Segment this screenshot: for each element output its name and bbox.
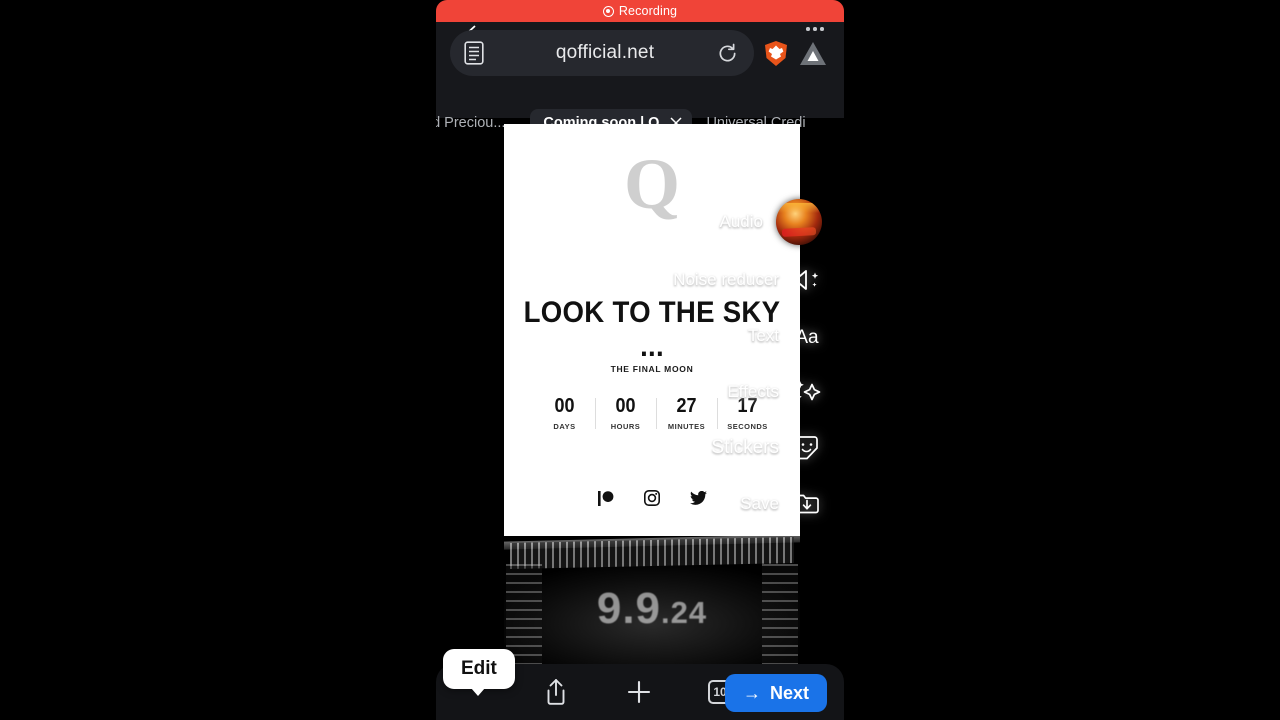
overlay-item-noise-reducer[interactable]: Noise reducer — [673, 265, 822, 295]
instagram-icon[interactable] — [643, 490, 660, 506]
bottom-toolbar: 10 → Next Edit — [436, 649, 844, 720]
overlay-label: Effects — [727, 382, 779, 401]
profile-triangle-icon[interactable] — [798, 40, 828, 67]
sparkles-icon[interactable] — [792, 377, 822, 407]
overlay-label: Audio — [719, 212, 763, 231]
overlay-label: Text — [747, 326, 779, 345]
record-dot-icon — [602, 5, 614, 17]
overlay-item-audio[interactable]: Audio — [720, 199, 822, 245]
overlay-label: Noise reducer — [673, 270, 779, 289]
countdown-unit-hours: 00 HOURS — [595, 396, 656, 431]
tab-label: nd Preciou... — [436, 115, 506, 131]
countdown-label: MINUTES — [667, 422, 706, 431]
text-aa-icon[interactable]: Aa — [792, 321, 822, 351]
countdown-label: SECONDS — [727, 422, 768, 431]
overlay-item-save[interactable]: Save — [740, 489, 822, 519]
countdown-value: 00 — [615, 395, 636, 417]
recording-banner: Recording — [436, 0, 844, 22]
overlay-item-stickers[interactable]: Stickers — [711, 433, 822, 463]
countdown-value: 00 — [554, 395, 575, 417]
overlay-item-text[interactable]: Text Aa — [748, 321, 822, 351]
page-subheadline: THE FINAL MOON — [610, 364, 694, 374]
browser-chrome: qofficial.net nd Preciou... — [436, 22, 844, 137]
url-bar[interactable]: qofficial.net — [450, 30, 754, 76]
overlay-label: Stickers — [711, 437, 779, 458]
patreon-icon[interactable] — [597, 490, 614, 506]
reload-icon[interactable] — [717, 43, 738, 64]
twitter-icon[interactable] — [689, 491, 707, 505]
kebab-menu-icon[interactable] — [806, 27, 824, 31]
overlay-label: Save — [740, 494, 779, 513]
countdown-label: DAYS — [553, 422, 576, 431]
reader-mode-icon[interactable] — [464, 41, 484, 65]
next-label: Next — [769, 682, 809, 703]
overlay-item-effects[interactable]: Effects — [727, 377, 822, 407]
plus-icon[interactable] — [626, 679, 652, 705]
album-art-thumbnail[interactable] — [776, 199, 822, 245]
sticker-face-icon[interactable] — [792, 433, 822, 463]
countdown-unit-minutes: 27 MINUTES — [656, 396, 717, 431]
projected-date: 9.9.24 — [504, 584, 800, 634]
screen-root: Recording qofficial.net d Preciou... Com… — [0, 0, 1280, 720]
brave-shield-icon[interactable] — [763, 40, 789, 67]
next-button[interactable]: → Next — [724, 674, 827, 712]
building-colonnade — [510, 537, 794, 569]
edit-tooltip[interactable]: Edit — [443, 649, 515, 696]
url-text[interactable]: qofficial.net — [450, 42, 754, 64]
share-icon[interactable] — [544, 678, 568, 706]
phone-frame: Recording qofficial.net d Preciou... Com… — [436, 0, 844, 720]
svg-text:Aa: Aa — [795, 327, 819, 348]
save-folder-down-icon[interactable] — [792, 489, 822, 519]
projected-date-main: 9.9 — [596, 584, 662, 633]
recording-label: Recording — [618, 4, 678, 18]
speaker-sparkle-icon[interactable] — [792, 265, 822, 295]
countdown-value: 27 — [676, 395, 697, 417]
next-arrow-icon: → — [742, 682, 761, 703]
countdown-label: HOURS — [610, 422, 641, 431]
projected-date-year: .24 — [661, 595, 708, 630]
countdown-unit-days: 00 DAYS — [534, 395, 595, 432]
